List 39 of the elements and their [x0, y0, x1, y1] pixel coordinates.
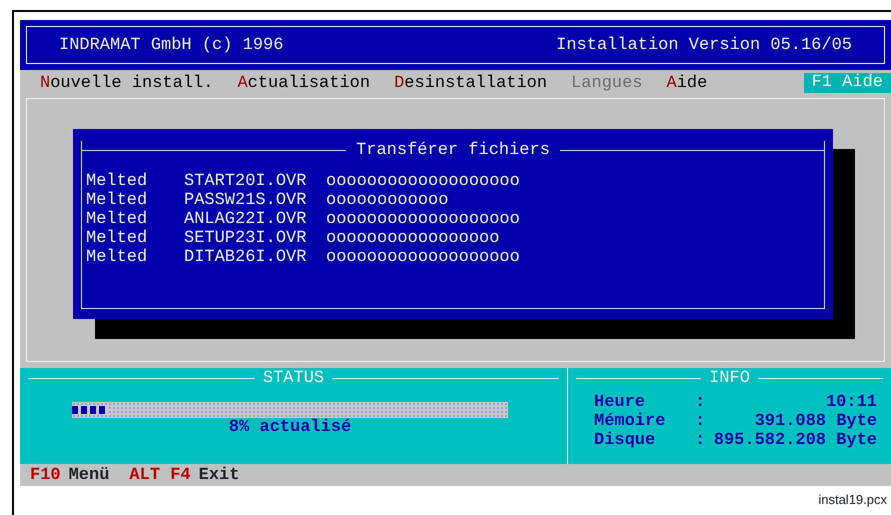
- file-name: SETUP23I.OVR: [184, 229, 308, 248]
- shortcut-label[interactable]: Menü: [68, 466, 110, 484]
- info-value: 895.582.208 Byte: [712, 431, 877, 450]
- letter-sequence: oooooooooooo: [326, 191, 448, 210]
- shortcut-label[interactable]: Exit: [198, 466, 240, 484]
- letter-sequence: ooooooooooooooooooo: [326, 172, 520, 191]
- menu-item[interactable]: Nouvelle install.: [40, 74, 214, 92]
- menu-item[interactable]: Aide: [666, 74, 708, 92]
- status-title: STATUS: [262, 369, 324, 388]
- menu-item[interactable]: Actualisation: [237, 74, 370, 92]
- menu-item[interactable]: Desinstallation: [394, 74, 548, 92]
- version-title: Installation Version 05.16/05: [556, 36, 852, 54]
- file-status: Melted: [86, 210, 148, 229]
- file-name: DITAB26I.OVR: [184, 248, 308, 267]
- info-title: INFO: [709, 369, 750, 388]
- info-separator: :: [695, 412, 705, 431]
- file-status: Melted: [86, 248, 148, 267]
- progress-reading: 8% actualisé: [228, 418, 352, 437]
- file-status: Melted: [86, 191, 148, 210]
- letter-sequence: ooooooooooooooooooo: [326, 248, 520, 267]
- file-caption: instal19.pcx: [817, 491, 888, 509]
- shortcut-key: F10: [30, 466, 61, 484]
- info-label: Mémoire: [594, 412, 666, 431]
- info-value: 391.088 Byte: [754, 412, 877, 431]
- info-label: Heure: [594, 393, 646, 412]
- dialog-title: Transférer fichiers: [355, 141, 551, 160]
- info-label: Disque: [594, 431, 656, 450]
- letter-sequence: ooooooooooooooooooo: [326, 210, 520, 229]
- file-status: Melted: [86, 229, 148, 248]
- file-name: START20I.OVR: [184, 172, 308, 191]
- file-status: Melted: [86, 172, 148, 191]
- letter-sequence: ooooooooooooooooo: [326, 229, 500, 248]
- file-name: PASSW21S.OVR: [184, 191, 308, 210]
- company-title: INDRAMAT GmbH (c) 1996: [59, 36, 284, 54]
- info-separator: :: [695, 431, 705, 450]
- info-separator: :: [695, 393, 705, 412]
- info-value: 10:11: [824, 393, 877, 412]
- shortcut-key: ALT F4: [129, 466, 191, 484]
- file-name: ANLAG22I.OVR: [184, 210, 308, 229]
